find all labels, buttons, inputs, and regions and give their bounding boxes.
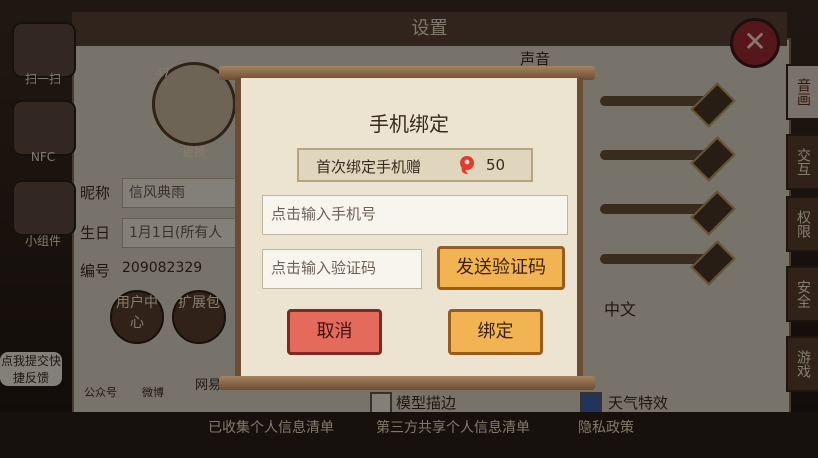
reward-count: 50	[486, 156, 506, 174]
verification-code-input[interactable]: 点击输入验证码	[262, 249, 422, 289]
dialog-title: 手机绑定	[369, 112, 449, 136]
cancel-button[interactable]: 取消	[287, 309, 382, 355]
phone-input[interactable]: 点击输入手机号	[262, 195, 568, 235]
magatama-icon	[456, 154, 478, 176]
send-code-button[interactable]: 发送验证码	[437, 246, 565, 290]
bind-button[interactable]: 绑定	[448, 309, 543, 355]
dialog-scroll-rod-bottom	[219, 376, 595, 390]
reward-label: 首次绑定手机赠	[316, 158, 422, 176]
